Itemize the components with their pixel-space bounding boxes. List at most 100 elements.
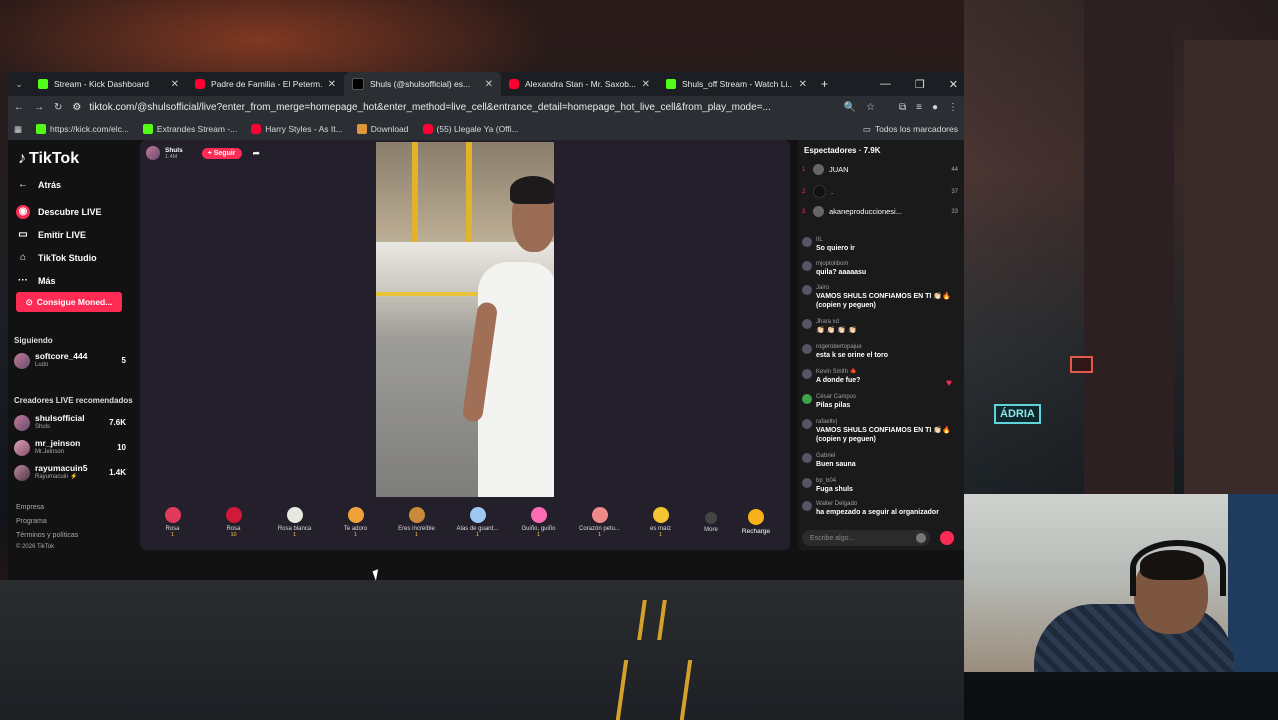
footer-programs[interactable]: Programa [16, 518, 47, 525]
bookmark-extrandes[interactable]: Extrandes Stream -... [142, 124, 238, 134]
live-video[interactable] [376, 142, 554, 497]
reload-icon[interactable]: ↻ [54, 102, 62, 113]
gift-item[interactable]: es maíz 1 [630, 506, 691, 538]
footer-terms[interactable]: Términos y políticas [16, 532, 78, 539]
chat-user[interactable]: bp_b04 [816, 477, 853, 485]
bookmark-harry-styles[interactable]: Harry Styles - As It... [251, 124, 343, 134]
following-account[interactable]: softcore_444 Ludo 5 [14, 352, 126, 369]
nav-tiktok-studio[interactable]: ⌂ TikTok Studio [16, 251, 97, 265]
new-tab-icon[interactable]: + [815, 77, 828, 91]
address-bar: ← → ↻ ⚙ tiktok.com/@shulsofficial/live?e… [8, 96, 964, 118]
chat-user[interactable]: rogerobertopajue [816, 343, 888, 351]
gift-item[interactable]: Guiño, guiño 1 [508, 506, 569, 538]
nav-more[interactable]: ··· Más [16, 274, 56, 288]
close-window-icon[interactable]: ✕ [949, 78, 958, 91]
share-icon[interactable]: ➦ [253, 148, 261, 159]
gift-item[interactable]: Te adoro 1 [325, 506, 386, 538]
bookmark-star-icon[interactable]: ☆ [866, 102, 875, 113]
tab-title: Padre de Familia - El Peterm... [211, 79, 322, 89]
bookmark-download[interactable]: Download [356, 124, 409, 134]
recharge-button[interactable]: Recharge [731, 509, 781, 535]
tab-strip: ⌄ Stream - Kick Dashboard ✕ Padre de Fam… [8, 72, 964, 96]
nav-discover-live[interactable]: ◉ Descubre LIVE [16, 205, 102, 219]
tab-search-dropdown-icon[interactable]: ⌄ [8, 79, 30, 90]
chat-user[interactable]: rafaeltvj [816, 418, 958, 426]
account-sub: Rayumacuin ⚡ [35, 474, 78, 480]
recommended-account[interactable]: shulsofficial Shuls 7.6K [14, 414, 126, 431]
follow-button[interactable]: + Seguir [201, 147, 242, 159]
tab-alexandra-stan[interactable]: Alexandra Stan - Mr. Saxob... ✕ [501, 72, 658, 96]
close-tab-icon[interactable]: ✕ [171, 79, 179, 90]
chat-user[interactable]: Kevin Smith 🍁 [816, 368, 860, 376]
coin-icon [748, 509, 764, 525]
apps-icon[interactable]: ▦ [14, 124, 22, 135]
viewers-title[interactable]: Espectadores · 7.9K [804, 146, 880, 155]
all-bookmarks[interactable]: ▭ Todos los marcadores [863, 124, 958, 135]
youtube-favicon-icon [251, 124, 262, 134]
gift-item[interactable]: Corazón petu... 1 [569, 506, 630, 538]
host-name: Shuls [165, 146, 183, 154]
extensions-icon[interactable]: ⧉ [899, 102, 906, 113]
more-gifts-button[interactable]: More [691, 511, 731, 533]
viewer-name: akaneproduccionesi... [829, 207, 902, 216]
forward-icon[interactable]: → [34, 102, 44, 113]
tab-shuls-tiktok[interactable]: Shuls (@shulsofficial) es... ✕ [344, 72, 501, 96]
tab-shuls-off-stream[interactable]: Shuls_off Stream - Watch Li... ✕ [658, 72, 815, 96]
nav-back[interactable]: ← Atrás [16, 178, 61, 192]
bookmark-label: (55) Llegale Ya (Offi... [436, 124, 519, 134]
close-tab-icon[interactable]: ✕ [485, 79, 493, 90]
back-arrow-icon: ← [18, 179, 28, 190]
chat-user[interactable]: Jairo [816, 284, 958, 292]
chat-user[interactable]: Gabriel [816, 452, 856, 460]
close-tab-icon[interactable]: ✕ [799, 79, 807, 90]
gift-item[interactable]: Rosa 1 [142, 506, 203, 538]
media-control-icon[interactable]: ≡ [916, 102, 922, 113]
gift-price: 1 [292, 531, 297, 538]
chat-user[interactable]: mjoptolibom [816, 260, 866, 268]
profile-icon[interactable]: ● [932, 102, 938, 113]
site-info-icon[interactable]: ⚙ [72, 102, 81, 113]
live-chat-panel: Espectadores · 7.9K 1 JUAN 44 2. 37 3 akanep… [798, 140, 964, 550]
chat-input[interactable]: Escribe algo... [802, 530, 930, 546]
amazing-gift-icon [408, 506, 425, 523]
emoji-icon[interactable] [916, 533, 926, 543]
close-tab-icon[interactable]: ✕ [328, 79, 336, 90]
minimize-icon[interactable]: — [880, 78, 891, 91]
host-avatar[interactable] [146, 146, 160, 160]
gift-price: 1 [353, 531, 358, 538]
recharge-label: Recharge [741, 528, 771, 535]
gift-item[interactable]: Rosa 10 [203, 506, 264, 538]
menu-icon[interactable]: ⋮ [948, 102, 958, 113]
footer-company[interactable]: Empresa [16, 504, 44, 511]
top-viewer-row[interactable]: 1 JUAN 44 [802, 164, 958, 175]
chat-message: César Campos Pilas pilas [802, 393, 958, 410]
bookmark-label: Extrandes Stream -... [156, 124, 238, 134]
avatar [802, 501, 812, 511]
chevron-up-icon [705, 511, 717, 524]
nav-go-live[interactable]: ▭ Emitir LIVE [16, 228, 86, 242]
recommended-account[interactable]: rayumacuin5 Rayumacuin ⚡ 1.4K [14, 464, 126, 481]
url-field[interactable]: ⚙ tiktok.com/@shulsofficial/live?enter_f… [72, 102, 833, 113]
restore-icon[interactable]: ❐ [915, 78, 925, 91]
chat-user[interactable]: Jhara xd [816, 318, 857, 326]
bookmark-kick-elc[interactable]: https://kick.com/elc... [36, 124, 129, 134]
chat-user[interactable]: Walter Delgado [816, 500, 939, 508]
footer-copyright: © 2026 TikTok [16, 544, 55, 550]
tab-padre-de-familia[interactable]: Padre de Familia - El Peterm... ✕ [187, 72, 344, 96]
zoom-icon[interactable]: 🔍 [844, 102, 856, 113]
back-icon[interactable]: ← [14, 102, 24, 113]
bookmark-llegale-ya[interactable]: (55) Llegale Ya (Offi... [422, 124, 519, 134]
tab-kick-dashboard[interactable]: Stream - Kick Dashboard ✕ [30, 72, 187, 96]
chat-user[interactable]: César Campos [816, 393, 856, 401]
tiktok-logo[interactable]: ♪ TikTok [18, 150, 79, 168]
close-tab-icon[interactable]: ✕ [642, 79, 650, 90]
gift-item[interactable]: Alas de guard... 1 [447, 506, 508, 538]
gift-box-icon[interactable] [940, 531, 954, 545]
top-viewer-row[interactable]: 2. 37 [802, 185, 958, 198]
gift-item[interactable]: Eres increíble 1 [386, 506, 447, 538]
gift-item[interactable]: Rosa blanca 1 [264, 506, 325, 538]
chat-user[interactable]: IIL [816, 236, 855, 244]
recommended-account[interactable]: mr_jeinson Mr.Jeinson 10 [14, 439, 126, 456]
top-viewer-row[interactable]: 3 akaneproduccionesi... 33 [802, 206, 958, 217]
get-coins-button[interactable]: ⊙ Consigue Moned... [16, 292, 122, 312]
